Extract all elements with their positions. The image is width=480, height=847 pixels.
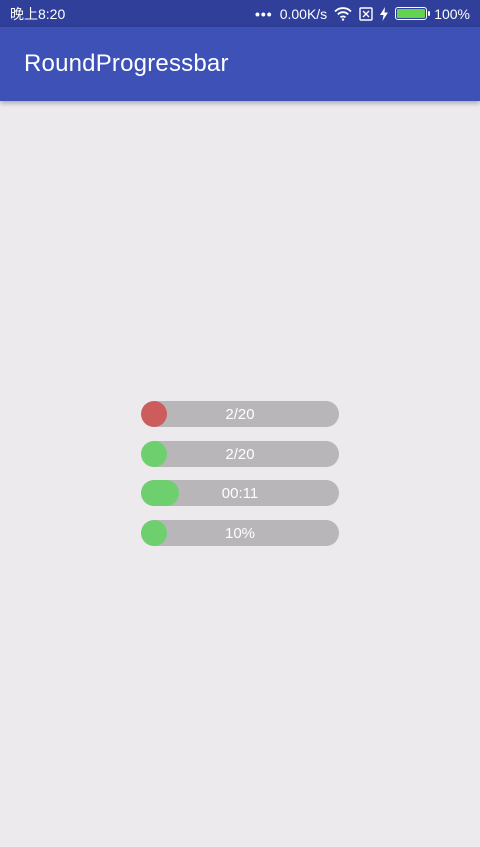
progress-label: 00:11 <box>221 484 259 502</box>
battery-level <box>397 9 426 18</box>
progress-label: 2/20 <box>225 405 255 423</box>
battery-icon <box>395 7 431 20</box>
page-title: RoundProgressbar <box>24 50 229 77</box>
progress-label: 10% <box>224 524 256 542</box>
network-speed: 0.00K/s <box>279 5 328 22</box>
main-content: 2/20 2/20 00:11 10% <box>0 101 480 847</box>
progress-bar-count-red: 2/20 <box>141 401 339 427</box>
more-notifications-icon: ••• <box>254 5 273 22</box>
status-time: 晚上8:20 <box>10 5 66 22</box>
charging-icon <box>380 6 389 21</box>
progress-bar-count-green: 2/20 <box>141 441 339 467</box>
status-bar: 晚上8:20 ••• 0.00K/s 100% <box>0 0 480 27</box>
wifi-icon <box>334 6 352 21</box>
progress-bar-timer: 00:11 <box>141 480 339 506</box>
sim-x-icon <box>359 6 373 21</box>
progress-label: 2/20 <box>225 445 255 463</box>
status-indicators: ••• 0.00K/s 100% <box>255 6 470 22</box>
progress-bar-percent: 10% <box>141 520 339 546</box>
battery-percent: 100% <box>434 5 470 22</box>
app-bar: RoundProgressbar <box>0 27 480 101</box>
